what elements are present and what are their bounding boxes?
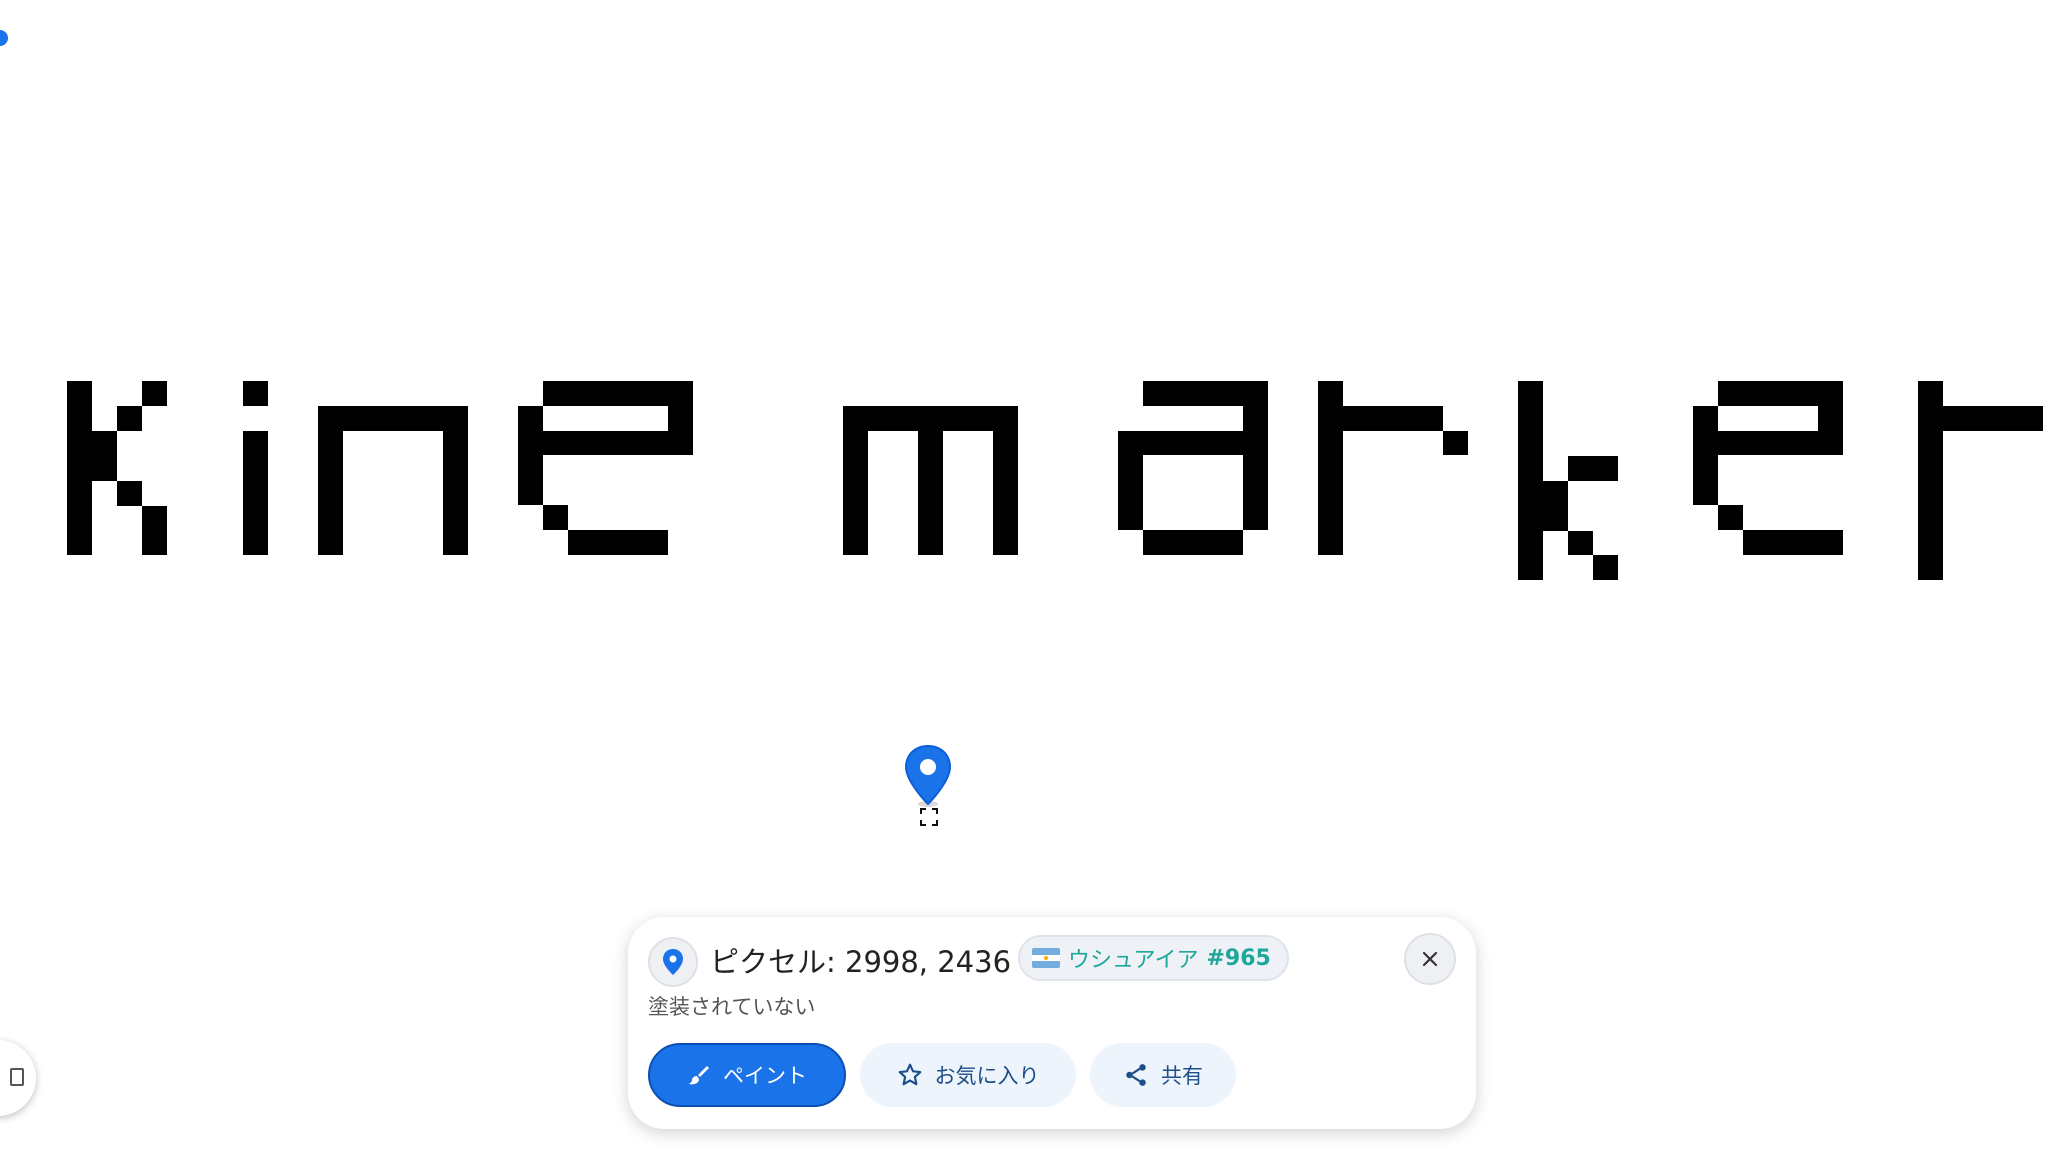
painted-pixel-block	[142, 506, 167, 555]
painted-pixel-block	[243, 381, 268, 406]
paint-status: 塗装されていない	[648, 995, 816, 1019]
favorite-button-label: お気に入り	[934, 1064, 1040, 1088]
painted-pixel-block	[1143, 381, 1268, 406]
region-chip[interactable]: ウシュアイア #965	[1018, 935, 1289, 981]
painted-pixel-block	[117, 406, 142, 431]
painted-pixel-block	[543, 505, 568, 530]
painted-pixel-block	[1568, 456, 1593, 481]
painted-pixel-block	[843, 406, 868, 555]
painted-pixel-block	[1918, 381, 1943, 580]
painted-pixel-block	[1118, 431, 1143, 530]
painted-pixel-block	[868, 406, 943, 431]
painted-pixel-block	[568, 530, 668, 555]
panel-icon	[10, 1068, 24, 1086]
painted-pixel-block	[1743, 530, 1843, 555]
painted-pixel-block	[518, 406, 543, 505]
painted-pixel-block	[67, 381, 92, 555]
painted-pixel-block	[1318, 381, 1343, 555]
painted-pixel-block	[1518, 381, 1543, 580]
favorite-button[interactable]: お気に入り	[860, 1043, 1076, 1107]
close-icon	[1422, 951, 1438, 967]
painted-pixel-block	[443, 406, 468, 555]
map-pin-icon	[904, 744, 952, 807]
painted-pixel-block	[1693, 406, 1718, 505]
region-number: #965	[1206, 945, 1271, 971]
painted-pixel-block	[1718, 431, 1818, 455]
painted-pixel-block	[1943, 406, 2043, 431]
share-icon	[1126, 1064, 1146, 1086]
paint-button[interactable]: ペイント	[648, 1043, 846, 1107]
painted-pixel-block	[943, 406, 1018, 431]
painted-pixel-block	[1718, 505, 1743, 530]
painted-pixel-block	[1443, 431, 1468, 455]
location-icon	[648, 937, 698, 987]
painted-pixel-block	[1593, 456, 1618, 481]
pixel-coordinates-title: ピクセル: 2998, 2436	[710, 945, 1012, 979]
painted-pixel-block	[243, 431, 268, 555]
share-button[interactable]: 共有	[1090, 1043, 1236, 1107]
painted-pixel-block	[1343, 406, 1443, 431]
argentina-flag-icon	[1032, 948, 1060, 968]
painted-pixel-block	[668, 406, 693, 455]
painted-pixel-block	[543, 431, 668, 455]
paintbrush-icon	[689, 1066, 709, 1085]
painted-pixel-block	[918, 431, 943, 555]
painted-pixel-block	[142, 381, 167, 406]
share-button-label: 共有	[1161, 1064, 1203, 1088]
painted-pixel-block	[1243, 406, 1268, 530]
painted-pixel-block	[543, 381, 693, 406]
painted-pixel-block	[1818, 406, 1843, 455]
region-name: ウシュアイア	[1068, 948, 1199, 973]
pixel-selection-icon	[920, 808, 938, 826]
painted-pixel-block	[1543, 481, 1568, 531]
painted-pixel-block	[318, 406, 343, 555]
paint-button-label: ペイント	[723, 1064, 807, 1088]
painted-pixel-block	[1593, 555, 1618, 580]
star-icon	[898, 1063, 921, 1086]
painted-pixel-block	[1718, 381, 1843, 406]
pixel-info-panel: ピクセル: 2998, 2436 ウシュアイア #965 塗装されていない ペイ…	[628, 917, 1476, 1129]
painted-pixel-block	[1143, 530, 1243, 555]
painted-pixel-block	[1143, 431, 1243, 455]
painted-pixel-block	[92, 431, 117, 481]
painted-pixel-block	[1568, 531, 1593, 555]
painted-pixel-block	[117, 481, 142, 506]
painted-pixel-block	[993, 431, 1018, 555]
painted-pixel-block	[343, 406, 443, 431]
close-button[interactable]	[1404, 933, 1456, 985]
